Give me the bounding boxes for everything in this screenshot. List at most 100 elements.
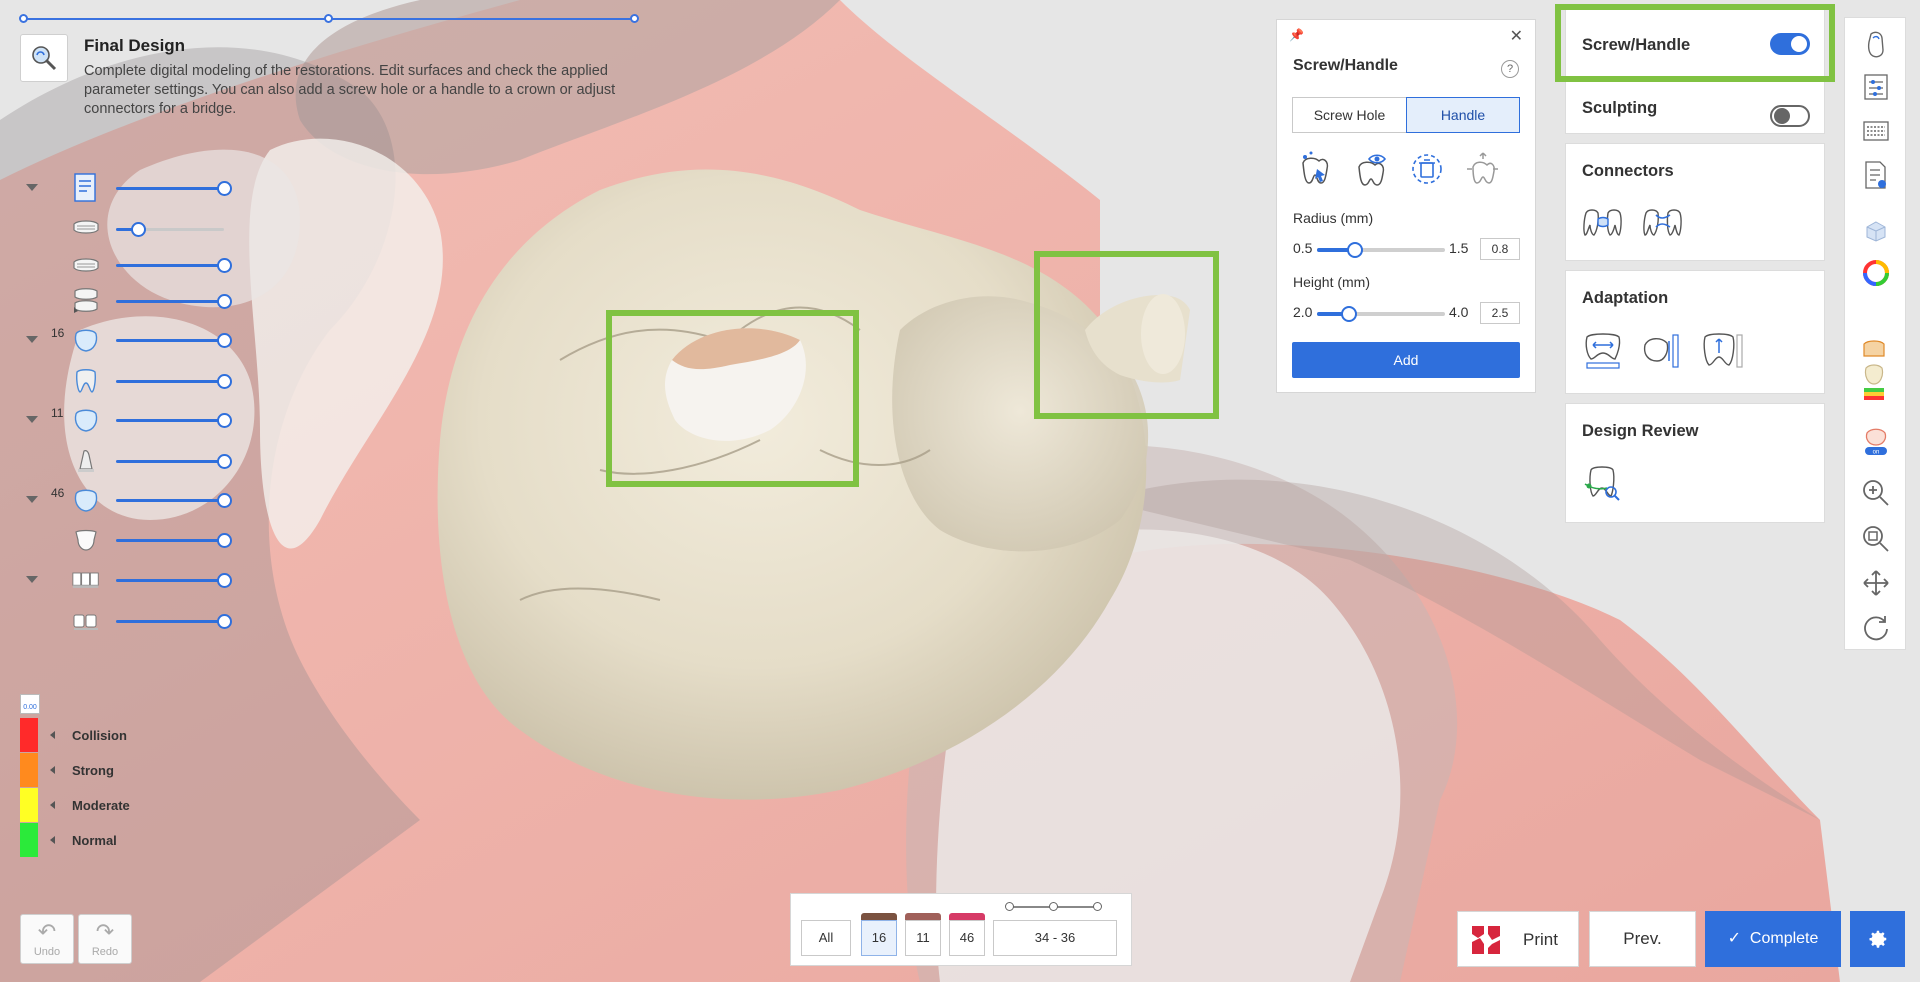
legend-arrow-icon[interactable] bbox=[50, 801, 55, 809]
visibility-icon[interactable] bbox=[1349, 147, 1393, 191]
layer-opacity-slider[interactable] bbox=[116, 258, 232, 273]
adjacent-teeth-icon[interactable] bbox=[72, 607, 100, 635]
tooth-preparation-icon[interactable] bbox=[72, 526, 100, 554]
progress-step-middle[interactable] bbox=[324, 14, 333, 23]
layer-opacity-slider[interactable] bbox=[116, 294, 232, 309]
rotate-icon[interactable] bbox=[1859, 610, 1893, 644]
design-review-icon[interactable] bbox=[1580, 462, 1626, 506]
collapse-caret-icon[interactable] bbox=[26, 336, 38, 343]
bridge-range-start[interactable] bbox=[1005, 902, 1014, 911]
deviation-legend-toggle[interactable]: 0.00 bbox=[20, 694, 40, 714]
scan-data-icon[interactable] bbox=[1859, 28, 1893, 62]
move-icon[interactable] bbox=[1461, 147, 1505, 191]
bridge-range-middle[interactable] bbox=[1049, 902, 1058, 911]
upper-scan-icon[interactable] bbox=[72, 215, 100, 243]
layer-opacity-slider[interactable] bbox=[116, 181, 232, 196]
layer-opacity-knob[interactable] bbox=[217, 294, 232, 309]
height-input[interactable]: 2.5 bbox=[1480, 302, 1520, 324]
lower-scan-icon[interactable] bbox=[72, 251, 100, 279]
select-all-button[interactable]: All bbox=[801, 920, 851, 956]
tooth-11-button[interactable]: 11 bbox=[905, 913, 941, 956]
bridge-range-end[interactable] bbox=[1093, 902, 1102, 911]
layer-opacity-knob[interactable] bbox=[217, 493, 232, 508]
adapt-width-icon[interactable] bbox=[1580, 329, 1626, 373]
layer-opacity-slider[interactable] bbox=[116, 222, 224, 237]
close-icon[interactable]: ✕ bbox=[1510, 26, 1523, 46]
layer-opacity-slider[interactable] bbox=[116, 493, 232, 508]
radius-slider[interactable] bbox=[1317, 242, 1445, 258]
legend-arrow-icon[interactable] bbox=[50, 766, 55, 774]
layer-opacity-slider[interactable] bbox=[116, 573, 232, 588]
collapse-caret-icon[interactable] bbox=[26, 416, 38, 423]
layer-opacity-knob[interactable] bbox=[130, 222, 146, 237]
keyboard-icon[interactable] bbox=[1859, 114, 1893, 148]
pin-icon[interactable]: 📌 bbox=[1289, 28, 1304, 42]
crown-icon[interactable] bbox=[72, 486, 100, 514]
layer-opacity-slider[interactable] bbox=[116, 333, 232, 348]
report-icon[interactable] bbox=[72, 173, 100, 202]
parameters-icon[interactable] bbox=[1859, 70, 1893, 104]
radius-input[interactable]: 0.8 bbox=[1480, 238, 1520, 260]
crown-icon[interactable] bbox=[72, 326, 100, 354]
bridge-range-button[interactable]: 34 - 36 bbox=[993, 920, 1117, 956]
progress-step-start[interactable] bbox=[19, 14, 28, 23]
progress-step-end[interactable] bbox=[630, 14, 639, 23]
layer-opacity-slider[interactable] bbox=[116, 533, 232, 548]
layer-opacity-knob[interactable] bbox=[217, 573, 232, 588]
zoom-fit-icon[interactable] bbox=[1859, 522, 1893, 556]
layer-opacity-slider[interactable] bbox=[116, 614, 232, 629]
layer-opacity-knob[interactable] bbox=[217, 454, 232, 469]
settings-button[interactable] bbox=[1850, 911, 1905, 967]
collapse-caret-icon[interactable] bbox=[26, 184, 38, 191]
layer-opacity-knob[interactable] bbox=[217, 333, 232, 348]
zoom-in-icon[interactable] bbox=[1859, 476, 1893, 510]
tab-screw-hole[interactable]: Screw Hole bbox=[1292, 97, 1407, 133]
legend-arrow-icon[interactable] bbox=[50, 836, 55, 844]
height-slider-knob[interactable] bbox=[1341, 306, 1357, 322]
layer-opacity-slider[interactable] bbox=[116, 374, 232, 389]
abutment-icon[interactable] bbox=[72, 447, 100, 475]
add-button[interactable]: Add bbox=[1292, 342, 1520, 378]
adapt-side-icon[interactable] bbox=[1640, 329, 1686, 373]
layer-opacity-knob[interactable] bbox=[217, 533, 232, 548]
layer-opacity-knob[interactable] bbox=[217, 614, 232, 629]
height-slider[interactable] bbox=[1317, 306, 1445, 322]
delete-icon[interactable] bbox=[1405, 147, 1449, 191]
cube-view-icon[interactable] bbox=[1859, 214, 1893, 248]
layer-opacity-slider[interactable] bbox=[116, 454, 232, 469]
bridge-connector-icon[interactable] bbox=[72, 367, 100, 395]
legend-arrow-icon[interactable] bbox=[50, 731, 55, 739]
layer-opacity-knob[interactable] bbox=[217, 181, 232, 196]
report-icon[interactable] bbox=[1859, 158, 1893, 192]
color-wheel-icon[interactable] bbox=[1859, 256, 1893, 290]
height-min: 2.0 bbox=[1293, 304, 1313, 320]
complete-button[interactable]: ✓ Complete bbox=[1705, 911, 1841, 967]
bite-scan-icon[interactable] bbox=[72, 287, 100, 315]
layer-opacity-knob[interactable] bbox=[217, 374, 232, 389]
antagonist-icon[interactable] bbox=[72, 566, 100, 594]
layer-opacity-slider[interactable] bbox=[116, 413, 232, 428]
redo-button[interactable]: ↷ Redo bbox=[78, 914, 132, 964]
crown-icon[interactable] bbox=[72, 406, 100, 434]
tab-handle[interactable]: Handle bbox=[1406, 97, 1520, 133]
undo-button[interactable]: ↶ Undo bbox=[20, 914, 74, 964]
sculpting-toggle[interactable] bbox=[1770, 105, 1810, 127]
help-icon[interactable]: ? bbox=[1501, 60, 1519, 78]
layer-opacity-knob[interactable] bbox=[217, 413, 232, 428]
auto-place-icon[interactable] bbox=[1293, 147, 1337, 191]
gradient-map-icon[interactable] bbox=[1857, 336, 1891, 420]
pan-icon[interactable] bbox=[1859, 566, 1893, 600]
margin-on-icon[interactable]: on bbox=[1859, 424, 1893, 458]
radius-slider-knob[interactable] bbox=[1347, 242, 1364, 258]
adapt-height-icon[interactable] bbox=[1700, 329, 1746, 373]
collapse-caret-icon[interactable] bbox=[26, 576, 38, 583]
prev-button[interactable]: Prev. bbox=[1589, 911, 1696, 967]
check-icon: ✓ bbox=[1727, 930, 1742, 947]
tooth-16-button[interactable]: 16 bbox=[861, 913, 897, 956]
print-button[interactable]: Print bbox=[1457, 911, 1579, 967]
layer-opacity-knob[interactable] bbox=[217, 258, 232, 273]
connector-sculpt-icon[interactable] bbox=[1640, 200, 1686, 244]
tooth-46-button[interactable]: 46 bbox=[949, 913, 985, 956]
connector-adjust-icon[interactable] bbox=[1580, 200, 1626, 244]
collapse-caret-icon[interactable] bbox=[26, 496, 38, 503]
